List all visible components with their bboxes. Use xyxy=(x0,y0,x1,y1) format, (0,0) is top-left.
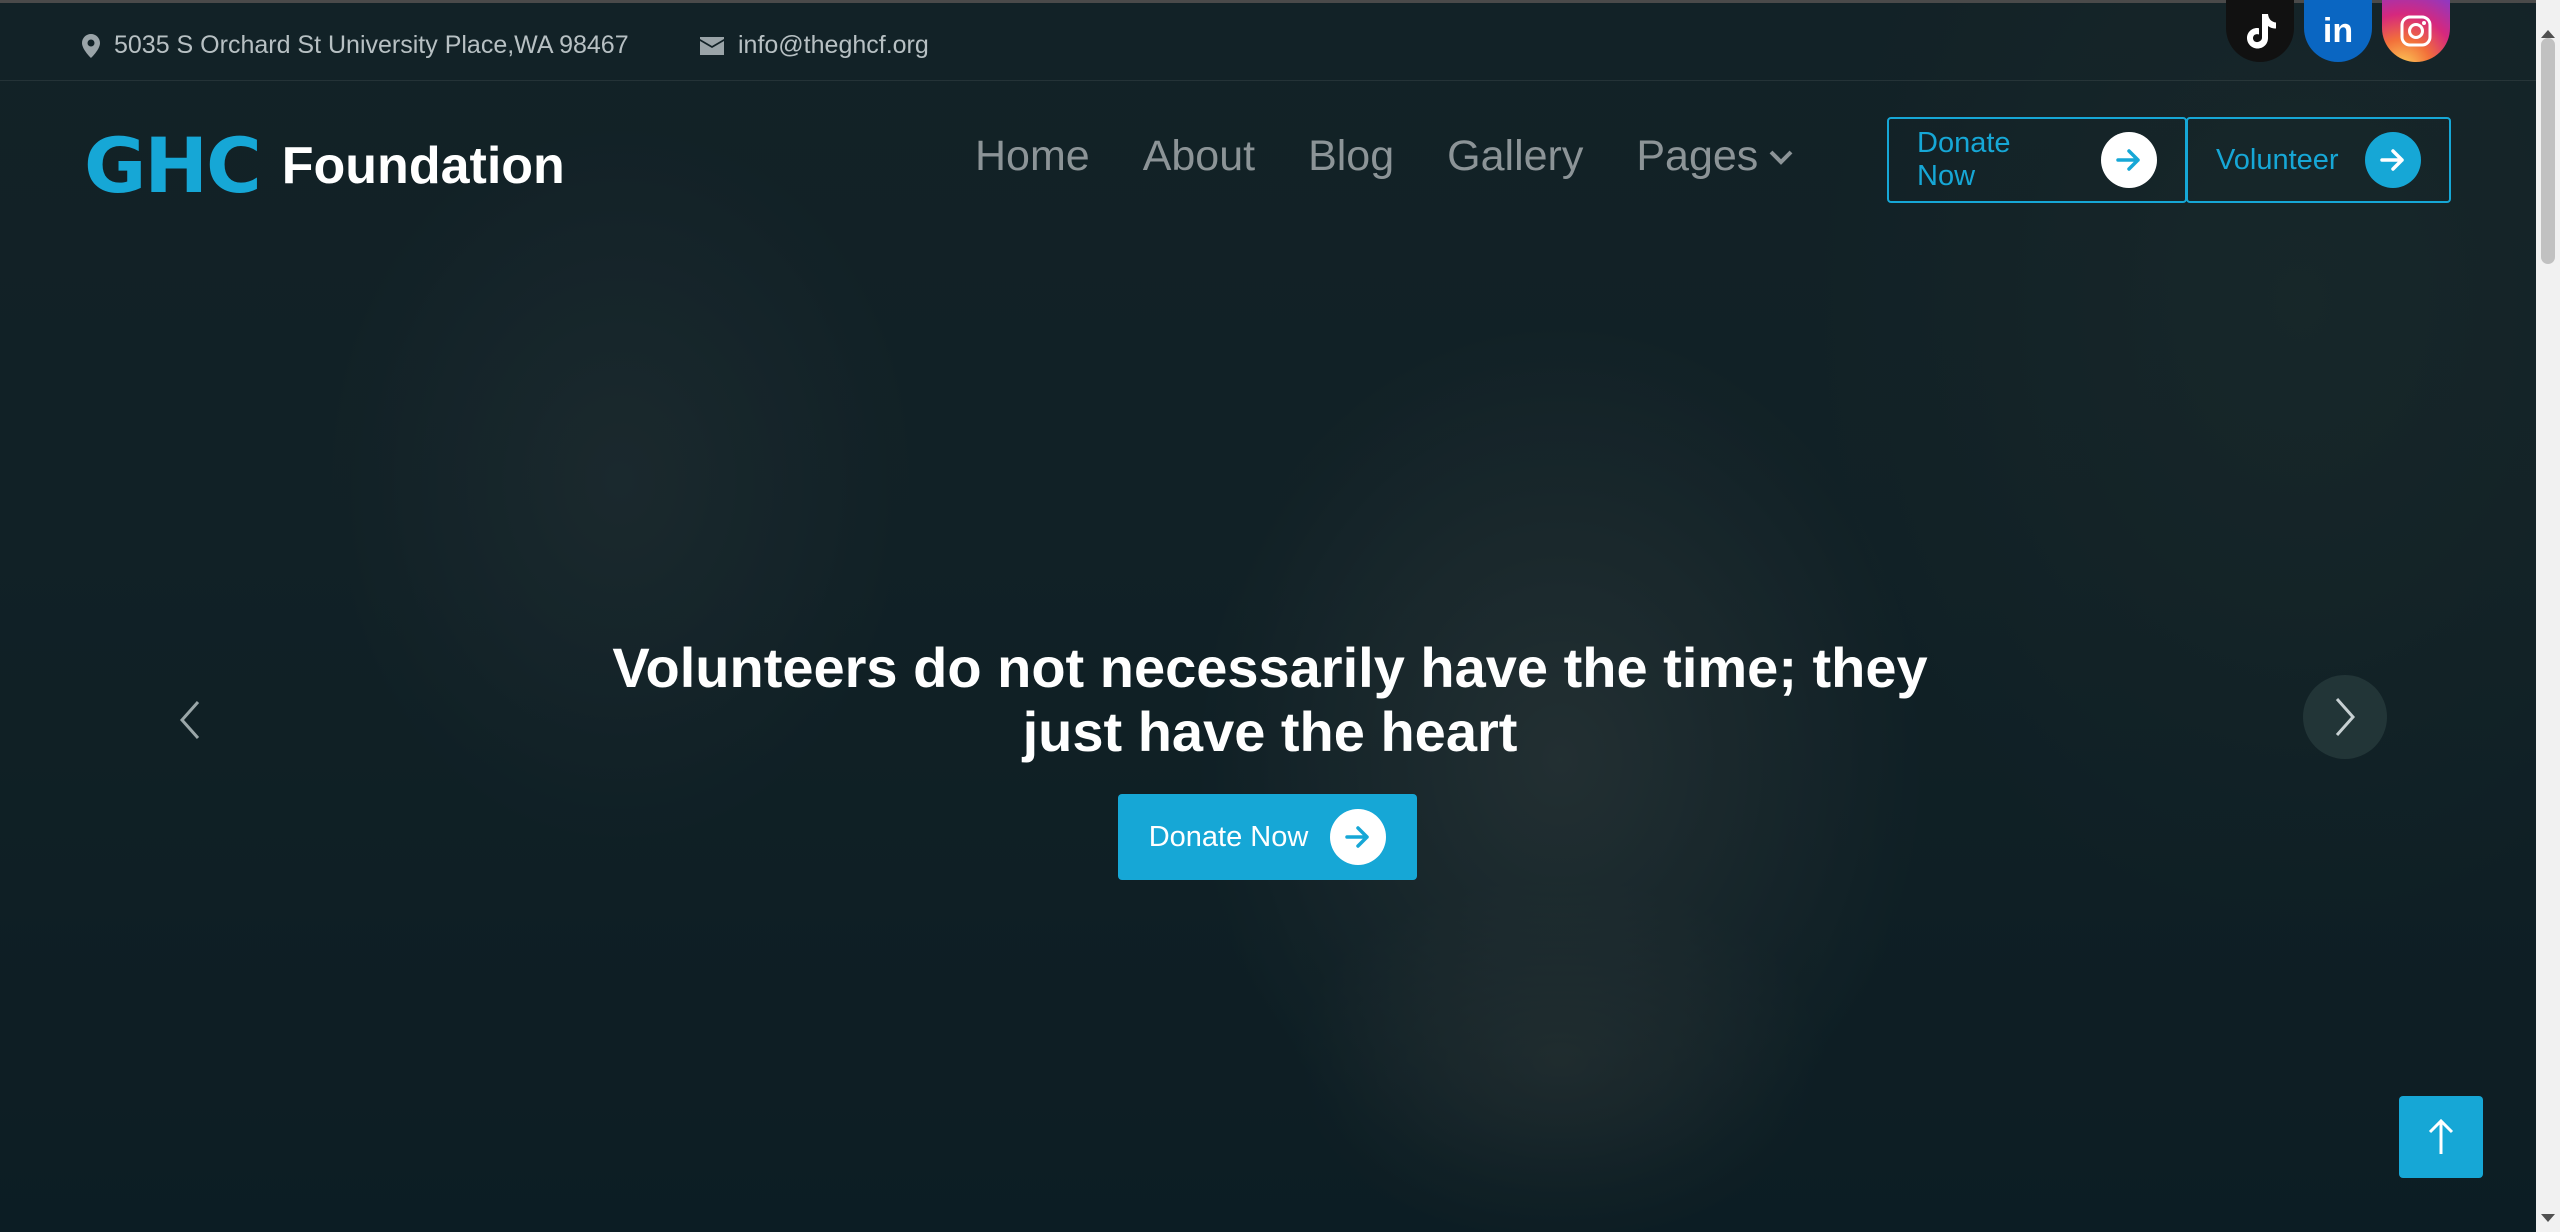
address-text: 5035 S Orchard St University Place,WA 98… xyxy=(114,31,629,59)
arrow-right-icon xyxy=(2101,132,2157,188)
arrow-right-icon xyxy=(1330,809,1387,865)
scroll-up-arrow-icon[interactable] xyxy=(2541,30,2555,38)
chevron-right-icon xyxy=(2335,698,2356,736)
slider-prev-button[interactable] xyxy=(160,690,220,750)
nav-home[interactable]: Home xyxy=(975,132,1090,181)
tiktok-icon xyxy=(2247,14,2276,49)
hero-donate-button[interactable]: Donate Now xyxy=(1118,794,1417,880)
header-donate-button[interactable]: Donate Now xyxy=(1887,117,2187,203)
email-item[interactable]: info@theghcf.org xyxy=(700,31,929,60)
header-donate-label: Donate Now xyxy=(1917,127,2011,192)
chevron-down-icon xyxy=(1769,150,1793,165)
slider-next-button[interactable] xyxy=(2303,675,2387,759)
hero-headline-line-1: Volunteers do not necessarily have the t… xyxy=(612,636,1928,699)
nav-pages-label: Pages xyxy=(1636,132,1759,180)
top-contact-bar: 5035 S Orchard St University Place,WA 98… xyxy=(0,3,2536,81)
hero-headline-line-2: just have the heart xyxy=(1022,700,1518,763)
nav-about[interactable]: About xyxy=(1143,132,1255,181)
logo-mark: GHC xyxy=(84,121,262,210)
arrow-up-icon xyxy=(2428,1118,2454,1154)
nav-blog[interactable]: Blog xyxy=(1308,132,1394,181)
nav-pages[interactable]: Pages xyxy=(1636,132,1794,181)
instagram-icon xyxy=(2400,15,2432,47)
scrollbar-thumb[interactable] xyxy=(2541,38,2555,264)
linkedin-icon: in xyxy=(2322,11,2354,50)
address-item: 5035 S Orchard St University Place,WA 98… xyxy=(82,31,629,60)
email-link[interactable]: info@theghcf.org xyxy=(738,31,929,60)
location-pin-icon xyxy=(82,33,100,58)
chevron-left-icon xyxy=(179,701,200,739)
main-nav: Home About Blog Gallery Pages xyxy=(975,132,1794,181)
back-to-top-button[interactable] xyxy=(2399,1096,2483,1178)
nav-gallery[interactable]: Gallery xyxy=(1447,132,1583,181)
header-volunteer-label: Volunteer xyxy=(2216,143,2339,176)
arrow-right-icon xyxy=(2364,132,2421,188)
scroll-down-arrow-icon[interactable] xyxy=(2541,1214,2555,1222)
site-logo[interactable]: GHC Foundation xyxy=(84,128,565,204)
hero-headline: Volunteers do not necessarily have the t… xyxy=(560,636,1980,764)
envelope-icon xyxy=(700,36,724,55)
logo-text: Foundation xyxy=(281,137,565,195)
header-volunteer-button[interactable]: Volunteer xyxy=(2186,117,2451,203)
hero-donate-label: Donate Now xyxy=(1148,820,1309,853)
